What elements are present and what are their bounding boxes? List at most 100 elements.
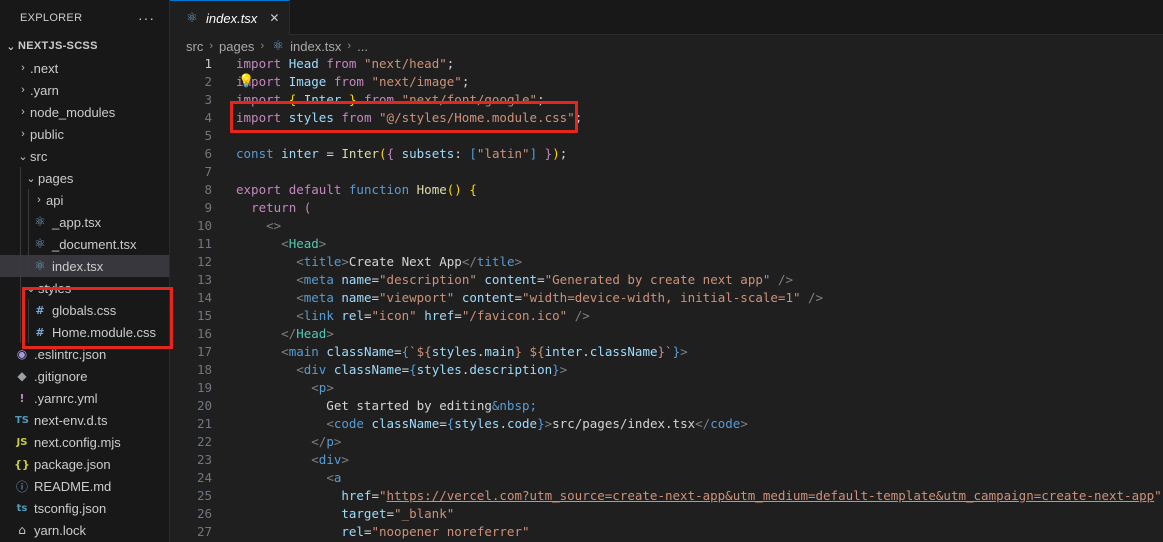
chevron-right-icon: › [21,84,25,96]
code-text: <code className={styles.code}>src/pages/… [326,416,748,431]
indent-guide [20,277,21,299]
code-text: rel="noopener noreferrer" [341,524,530,539]
tree-item-readme[interactable]: ⓘ README.md [0,475,169,497]
code-text: href="https://vercel.com?utm_source=crea… [341,488,1162,503]
tree-item-gitignore[interactable]: ◆ .gitignore [0,365,169,387]
code-line: 21 <code className={styles.code}>src/pag… [170,415,1163,433]
lock-icon: ⌂ [18,523,26,537]
line-number: 17 [196,344,212,359]
code-text: <p> [311,380,334,395]
line-number: 12 [196,254,212,269]
tree-item-label: .yarnrc.yml [34,390,98,406]
tree-item-index-tsx[interactable]: ⚛ index.tsx [0,255,169,277]
code-line: 11 <Head> [170,235,1163,253]
tree-item-label: globals.css [52,302,117,318]
code-text: return ( [251,200,312,215]
tree-root[interactable]: ⌄ NEXTJS-SCSS [0,35,169,57]
code-line: 3 import { Inter } from "next/font/google… [170,91,1163,109]
tree-item-yarn[interactable]: › .yarn [0,79,169,101]
tree-item-next-env[interactable]: TS next-env.d.ts [0,409,169,431]
editor-area: ⚛ index.tsx ✕ src › pages › ⚛ index.tsx … [170,0,1163,542]
chevron-down-icon: ⌄ [26,172,36,185]
line-number: 2 [204,74,212,89]
indent-guide [20,233,21,255]
typescript-config-icon: ts [16,502,28,514]
breadcrumb-symbol[interactable]: ... [357,39,368,54]
tree-item-tsconfig[interactable]: ts tsconfig.json [0,497,169,519]
tree-item-package-json[interactable]: {} package.json [0,453,169,475]
eslint-icon: ◉ [16,347,28,361]
close-icon[interactable]: ✕ [269,11,279,25]
code-line: 4 import styles from "@/styles/Home.modul… [170,109,1163,127]
indent-guide [28,189,29,211]
react-icon: ⚛ [34,214,46,230]
line-number: 4 [204,110,212,125]
tree-item-document-tsx[interactable]: ⚛ _document.tsx [0,233,169,255]
tree-item-api[interactable]: › api [0,189,169,211]
code-line: 20 Get started by editing&nbsp; [170,397,1163,415]
tree-item-next[interactable]: › .next [0,57,169,79]
breadcrumb-file[interactable]: index.tsx [290,39,341,54]
breadcrumb-src[interactable]: src [186,39,203,54]
tab-label: index.tsx [206,10,258,26]
code-text: </Head> [281,326,334,341]
code-line: 25 href="https://vercel.com?utm_source=c… [170,487,1163,505]
tree-item-label: .yarn [30,82,59,98]
breadcrumb-pages[interactable]: pages [219,39,254,54]
tree-item-src[interactable]: ⌄ src [0,145,169,167]
line-number: 26 [196,506,212,521]
tree-item-app-tsx[interactable]: ⚛ _app.tsx [0,211,169,233]
code-text: <meta name="viewport" content="width=dev… [296,290,824,305]
tree-item-styles[interactable]: ⌄ styles [0,277,169,299]
tree-item-eslintrc[interactable]: ◉ .eslintrc.json [0,343,169,365]
line-number: 19 [196,380,212,395]
code-line: 2 import Image from "next/image"; [170,73,1163,91]
code-line: 27 rel="noopener noreferrer" [170,523,1163,541]
chevron-right-icon: › [260,40,265,52]
code-text: <div> [311,452,349,467]
line-number: 15 [196,308,212,323]
code-line: 8 export default function Home() { [170,181,1163,199]
indent-guide [28,321,29,343]
more-actions-icon[interactable]: ··· [138,10,155,26]
tree-item-label: _app.tsx [52,214,102,230]
code-text: import styles from "@/styles/Home.module… [236,110,583,125]
line-number: 14 [196,290,212,305]
tree-item-yarnrc[interactable]: ! .yarnrc.yml [0,387,169,409]
line-number: 22 [196,434,212,449]
javascript-icon: JS [16,436,28,448]
chevron-down-icon: ⌄ [6,40,16,53]
code-text: <div className={styles.description}> [296,362,568,377]
tab-index-tsx[interactable]: ⚛ index.tsx ✕ [170,0,290,35]
breadcrumb: src › pages › ⚛ index.tsx › ... [170,35,1163,57]
tree-item-pages[interactable]: ⌄ pages [0,167,169,189]
tree-item-label: api [46,192,64,208]
tree-item-yarn-lock[interactable]: ⌂ yarn.lock [0,519,169,541]
chevron-right-icon: › [21,128,25,140]
tree-item-label: .gitignore [34,368,88,384]
tree-item-next-config[interactable]: JS next.config.mjs [0,431,169,453]
code-line: 26 target="_blank" [170,505,1163,523]
tree-item-node-modules[interactable]: › node_modules [0,101,169,123]
line-number: 16 [196,326,212,341]
tree-item-home-module-css[interactable]: # Home.module.css [0,321,169,343]
lightbulb-icon[interactable]: 💡 [238,74,254,89]
indent-guide [20,211,21,233]
line-number: 23 [196,452,212,467]
code-line: 6 const inter = Inter({ subsets: ["latin"… [170,145,1163,163]
tree-item-public[interactable]: › public [0,123,169,145]
indent-guide [20,255,21,277]
line-number: 9 [204,200,212,215]
code-text: <> [266,218,282,233]
react-icon: ⚛ [272,38,284,54]
code-editor[interactable]: 1 import Head from "next/head"; 2 import I… [170,55,1163,542]
line-number: 21 [196,416,212,431]
tree-item-globals-css[interactable]: # globals.css [0,299,169,321]
indent-guide [28,233,29,255]
code-text: <main className={`${styles.main} ${inter… [281,344,688,359]
css-hash-icon: # [35,303,45,317]
code-text: target="_blank" [341,506,455,521]
git-icon: ◆ [17,369,27,383]
code-line: 9 return ( [170,199,1163,217]
info-icon: ⓘ [15,479,28,494]
